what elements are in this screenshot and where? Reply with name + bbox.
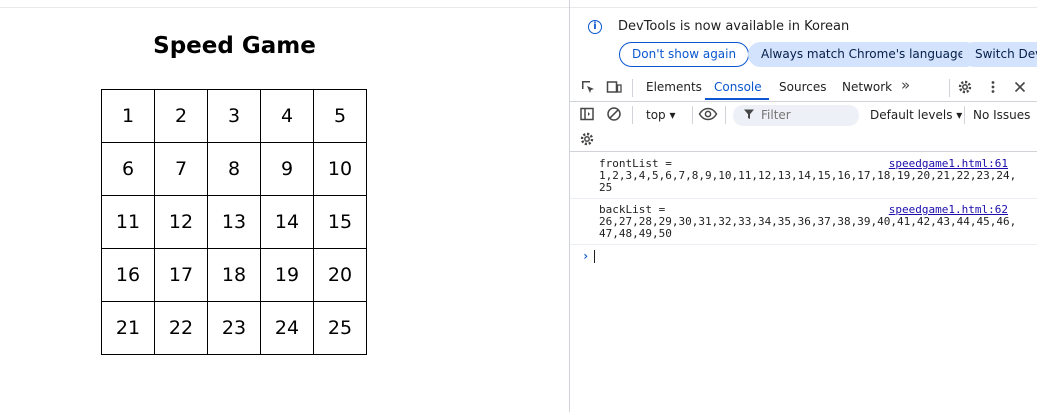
kebab-menu-icon[interactable] xyxy=(984,79,1002,97)
console-message: speedgame1.html:62 backList = 26,27,28,2… xyxy=(570,199,1037,245)
always-match-language-button[interactable]: Always match Chrome's language xyxy=(748,42,978,67)
board-cell[interactable]: 19 xyxy=(260,248,314,302)
tabbar-separator xyxy=(949,79,950,97)
board-cell[interactable]: 7 xyxy=(154,142,208,196)
board-cell[interactable]: 22 xyxy=(154,301,208,355)
close-icon[interactable] xyxy=(1011,79,1029,97)
inspect-element-icon[interactable] xyxy=(579,79,597,97)
board-cell[interactable]: 16 xyxy=(101,248,155,302)
board-cell[interactable]: 10 xyxy=(313,142,367,196)
devtools-tabbar: Elements Console Sources Network » xyxy=(570,74,1037,102)
board-cell[interactable]: 18 xyxy=(207,248,261,302)
board-cell[interactable]: 15 xyxy=(313,195,367,249)
switch-devtools-language-button[interactable]: Switch DevT xyxy=(962,42,1037,67)
console-prompt[interactable]: › xyxy=(570,245,1037,265)
board-cell[interactable]: 12 xyxy=(154,195,208,249)
board-row: 11 12 13 14 15 xyxy=(101,195,367,249)
device-toolbar-icon[interactable] xyxy=(605,79,623,97)
filter-icon xyxy=(743,108,755,123)
tab-network[interactable]: Network xyxy=(842,80,892,94)
board-cell[interactable]: 23 xyxy=(207,301,261,355)
toolbar-separator xyxy=(964,106,965,124)
number-board: 1 2 3 4 5 6 7 8 9 10 11 12 13 14 15 16 17 18 19 20 21 22 23 24 2… xyxy=(101,89,367,355)
info-icon: i xyxy=(588,20,602,34)
message-value: 26,27,28,29,30,31,32,33,34,35,36,37,38,3… xyxy=(599,215,1017,240)
dont-show-again-button[interactable]: Don't show again xyxy=(619,42,750,67)
filter-input[interactable] xyxy=(761,108,851,122)
issues-counter[interactable]: No Issues xyxy=(973,108,1030,122)
log-levels-dropdown[interactable]: Default levels ▾ xyxy=(870,108,962,122)
board-row: 12345 xyxy=(101,89,367,143)
console-log: speedgame1.html:61 frontList = 1,2,3,4,5… xyxy=(570,153,1037,265)
text-cursor xyxy=(594,250,596,263)
board-cell[interactable]: 21 xyxy=(101,301,155,355)
message-source-link[interactable]: speedgame1.html:62 xyxy=(889,204,1008,216)
message-value: 1,2,3,4,5,6,7,8,9,10,11,12,13,14,15,16,1… xyxy=(599,169,1017,194)
board-cell[interactable]: 20 xyxy=(313,248,367,302)
sidebar-toggle-icon[interactable] xyxy=(578,106,596,124)
settings-gear-icon[interactable] xyxy=(956,79,974,97)
context-selector[interactable]: top ▾ xyxy=(646,108,676,122)
tab-console[interactable]: Console xyxy=(714,80,762,94)
tab-sources[interactable]: Sources xyxy=(779,80,826,94)
console-settings-icon[interactable] xyxy=(578,131,596,149)
console-message: speedgame1.html:61 frontList = 1,2,3,4,5… xyxy=(570,153,1037,199)
board-cell[interactable]: 13 xyxy=(207,195,261,249)
console-settings-row xyxy=(570,128,1037,152)
language-infobar: i DevTools is now available in Korean Do… xyxy=(570,7,1037,72)
clear-console-icon[interactable] xyxy=(605,106,623,124)
prompt-chevron-icon: › xyxy=(582,249,590,263)
toolbar-separator xyxy=(632,106,633,124)
message-source-link[interactable]: speedgame1.html:61 xyxy=(889,158,1008,170)
toolbar-separator xyxy=(725,106,726,124)
board-cell[interactable]: 14 xyxy=(260,195,314,249)
tab-elements[interactable]: Elements xyxy=(646,80,702,94)
page-top-border xyxy=(0,7,569,8)
board-cell[interactable]: 6 xyxy=(101,142,155,196)
board-row: 16 17 18 19 20 xyxy=(101,248,367,302)
tabbar-separator xyxy=(632,79,633,97)
more-tabs-icon[interactable]: » xyxy=(901,76,910,94)
devtools-panel: i DevTools is now available in Korean Do… xyxy=(569,0,1037,412)
board-cell[interactable]: 11 xyxy=(101,195,155,249)
infobar-message: DevTools is now available in Korean xyxy=(618,19,850,34)
board-cell[interactable]: 4 xyxy=(260,89,314,143)
board-cell[interactable]: 1 xyxy=(101,89,155,143)
filter-box[interactable] xyxy=(733,105,859,126)
active-tab-indicator xyxy=(705,98,769,100)
board-cell[interactable]: 17 xyxy=(154,248,208,302)
board-cell[interactable]: 25 xyxy=(313,301,367,355)
board-row: 21 22 23 24 25 xyxy=(101,301,367,355)
board-cell[interactable]: 3 xyxy=(207,89,261,143)
board-cell[interactable]: 9 xyxy=(260,142,314,196)
board-cell[interactable]: 2 xyxy=(154,89,208,143)
board-cell[interactable]: 8 xyxy=(207,142,261,196)
toolbar-separator xyxy=(692,106,693,124)
board-cell[interactable]: 5 xyxy=(313,89,367,143)
web-page: Speed Game 1 2 3 4 5 6 7 8 9 10 11 12 13 14 15 16 17 18 19… xyxy=(0,0,569,412)
eye-icon[interactable] xyxy=(697,106,719,124)
board-row: 6 7 8 9 10 xyxy=(101,142,367,196)
board-cell[interactable]: 24 xyxy=(260,301,314,355)
console-toolbar: top ▾ Default levels ▾ No Issues xyxy=(570,102,1037,128)
page-title: Speed Game xyxy=(153,33,316,59)
